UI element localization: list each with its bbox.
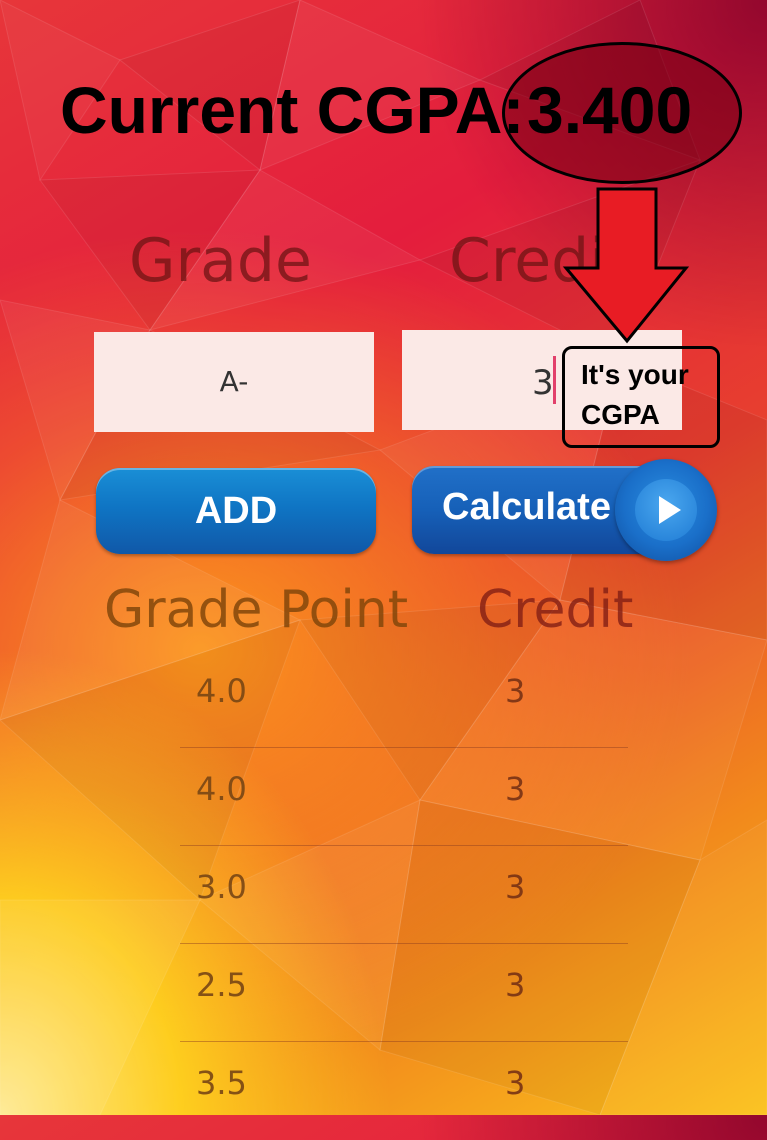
credit-header: Credit: [477, 580, 634, 640]
table-row: 3.0 3: [180, 846, 628, 944]
row-grade-point: 3.0: [196, 868, 247, 906]
add-button-label: ADD: [194, 489, 278, 532]
table-row: 4.0 3: [180, 748, 628, 846]
table-row: 3.5 3: [180, 1042, 628, 1140]
cgpa-note-callout: It's your CGPA: [562, 346, 720, 448]
grade-input[interactable]: A-: [94, 332, 374, 432]
credit-input-value: 3: [532, 363, 554, 403]
row-grade-point: 3.5: [196, 1064, 247, 1102]
cgpa-label: Current CGPA:: [60, 73, 525, 147]
cgpa-note-text: It's your CGPA: [581, 359, 689, 430]
red-down-arrow-icon: [562, 187, 690, 344]
calculate-button-label: Calculate: [442, 486, 611, 528]
grade-label: Grade: [129, 226, 312, 296]
add-button[interactable]: ADD: [96, 468, 376, 554]
row-grade-point: 2.5: [196, 966, 247, 1004]
row-credit: 3: [505, 1064, 526, 1102]
grade-point-header: Grade Point: [104, 580, 409, 640]
cgpa-value: 3.400: [527, 73, 693, 147]
text-caret: [553, 356, 556, 404]
calculate-button[interactable]: Calculate: [412, 459, 717, 561]
row-credit: 3: [505, 672, 526, 710]
row-credit: 3: [505, 966, 526, 1004]
row-credit: 3: [505, 868, 526, 906]
row-grade-point: 4.0: [196, 672, 247, 710]
table-row: 4.0 3: [180, 650, 628, 748]
row-grade-point: 4.0: [196, 770, 247, 808]
grade-input-value: A-: [219, 365, 249, 398]
table-row: 2.5 3: [180, 944, 628, 1042]
row-credit: 3: [505, 770, 526, 808]
play-icon: [615, 459, 717, 561]
